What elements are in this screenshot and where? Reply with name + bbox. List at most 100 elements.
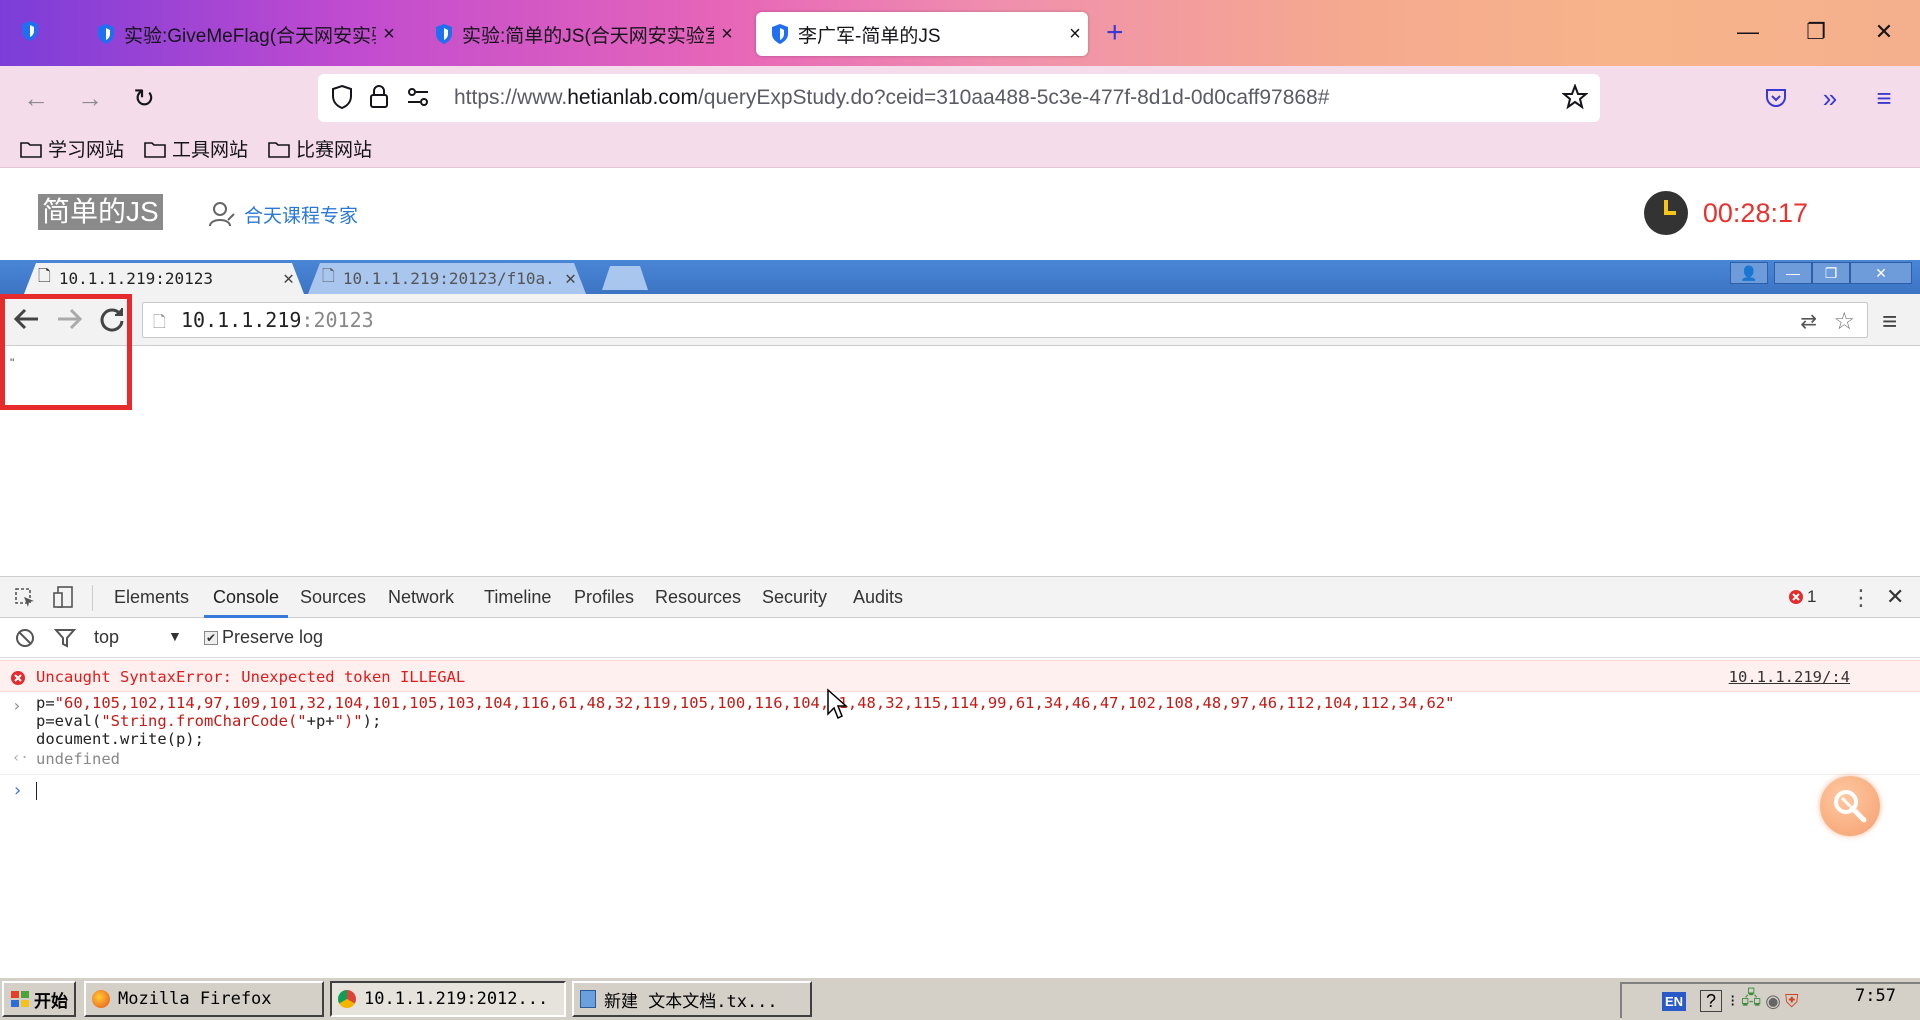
close-icon[interactable]: × [1062, 23, 1088, 46]
console-panel: Uncaught SyntaxError: Unexpected token I… [0, 658, 1920, 976]
taskbar-item-label: 新建 文本文档.tx... [604, 991, 778, 1012]
page-icon: 🗋 [38, 266, 51, 285]
translate-icon[interactable]: ⇄ [1800, 309, 1817, 334]
chrome-menu-icon[interactable]: ≡ [1882, 306, 1897, 337]
omnibox-text[interactable]: 10.1.1.219:20123 [181, 308, 374, 332]
back-icon[interactable]: ← [16, 78, 56, 118]
overflow-chevron-icon[interactable]: » [1810, 78, 1850, 118]
error-message: Uncaught SyntaxError: Unexpected token I… [36, 668, 466, 686]
close-icon[interactable]: × [376, 23, 402, 46]
chrome-restore-icon[interactable]: ❐ [1812, 262, 1850, 284]
bookmark-folder[interactable]: 比赛网站 [268, 135, 372, 162]
lab-expert-link[interactable]: 合天课程专家 [208, 200, 358, 228]
close-icon[interactable]: ✕ [565, 268, 576, 289]
preserve-log-label: Preserve log [222, 627, 324, 647]
forward-icon[interactable]: → [70, 78, 110, 118]
close-icon[interactable]: ✕ [283, 268, 294, 289]
new-tab-icon[interactable]: + [1106, 16, 1124, 50]
context-select[interactable]: top ▼ [94, 627, 194, 648]
tab-title: 李广军-简单的JS [798, 25, 941, 47]
bookmark-star-icon[interactable] [1561, 83, 1589, 115]
devtools-close-icon[interactable]: ✕ [1886, 584, 1904, 610]
error-icon [11, 671, 25, 685]
chrome-profile-icon[interactable]: 👤 [1730, 262, 1768, 284]
tab-timeline[interactable]: Timeline [484, 587, 551, 608]
console-command[interactable]: p="60,105,102,114,97,109,101,32,104,101,… [36, 694, 1454, 748]
taskbar-item-notepad[interactable]: 新建 文本文档.tx... [572, 981, 812, 1017]
error-source-link[interactable]: 10.1.1.219/:4 [1729, 668, 1850, 686]
command-line-1: p="60,105,102,114,97,109,101,32,104,101,… [36, 694, 1454, 712]
pocket-icon[interactable] [1756, 78, 1796, 118]
tab-simple-js[interactable]: 实验:简单的JS(合天网安实验室) × [420, 12, 740, 56]
url-text[interactable]: https://www.hetianlab.com/queryExpStudy.… [454, 86, 1329, 110]
taskbar-item-chrome[interactable]: 10.1.1.219:2012... [330, 981, 566, 1017]
tab-elements[interactable]: Elements [114, 587, 189, 608]
tab-network[interactable]: Network [388, 587, 454, 608]
command-line-2: p=eval("String.fromCharCode("+p+")"); [36, 712, 1454, 730]
chrome-tab-inactive[interactable]: 🗋 10.1.1.219:20123/f10a. ✕ [308, 263, 586, 294]
floating-tools-button[interactable] [1820, 776, 1880, 836]
taskbar-item-label: 10.1.1.219:2012... [364, 989, 549, 1009]
folder-icon [20, 141, 42, 158]
chrome-new-tab-button[interactable] [602, 266, 648, 290]
clock-icon [1643, 191, 1688, 235]
permissions-icon[interactable] [406, 86, 430, 113]
tab-resources[interactable]: Resources [655, 587, 741, 608]
chrome-tab-strip: 🗋 10.1.1.219:20123 ✕ 🗋 10.1.1.219:20123/… [0, 260, 1920, 294]
code-text: +p+ [306, 712, 335, 730]
star-icon[interactable]: ☆ [1833, 307, 1855, 336]
tab-givemeflag[interactable]: 实验:GiveMeFlag(合天网安实验 × [82, 12, 402, 56]
start-button[interactable]: 开始 [2, 981, 76, 1017]
tab-active-simple-js[interactable]: 李广军-简单的JS × [756, 12, 1088, 56]
console-result: undefined [36, 750, 120, 768]
chrome-omnibox[interactable]: 🗋 10.1.1.219:20123 ⇄ ☆ [142, 302, 1868, 338]
menu-icon[interactable]: ≡ [1864, 78, 1904, 118]
device-icon[interactable] [52, 585, 74, 614]
chrome-tab-active[interactable]: 🗋 10.1.1.219:20123 ✕ [24, 263, 304, 294]
checkbox-checked-icon[interactable]: ✔ [204, 630, 218, 645]
clear-console-icon[interactable] [14, 627, 36, 654]
chrome-tab-title: 10.1.1.219:20123 [58, 269, 213, 288]
code-string: ")" [334, 712, 363, 730]
tab-profiles[interactable]: Profiles [574, 587, 634, 608]
taskbar-item-firefox[interactable]: Mozilla Firefox [84, 981, 324, 1017]
chrome-minimize-icon[interactable]: — [1774, 262, 1812, 284]
volume-icon[interactable]: ◉ [1765, 991, 1781, 1012]
windows-taskbar: 开始 Mozilla Firefox 10.1.1.219:2012... 新建… [0, 976, 1920, 1020]
notepad-icon [580, 990, 596, 1008]
lock-icon[interactable] [368, 84, 390, 115]
security-shield-icon[interactable]: ⛨ [1785, 991, 1799, 1012]
tracking-shield-icon[interactable] [330, 84, 354, 115]
url-bar[interactable]: https://www.hetianlab.com/queryExpStudy.… [318, 74, 1600, 122]
minimize-icon[interactable]: — [1728, 14, 1768, 50]
devtools-menu-icon[interactable]: ⋮ [1850, 585, 1872, 611]
help-icon[interactable]: ? [1700, 990, 1723, 1012]
bookmark-folder[interactable]: 学习网站 [20, 135, 124, 162]
error-counter[interactable]: 1 [1788, 587, 1816, 607]
chrome-close-icon[interactable]: ✕ [1850, 262, 1912, 284]
firefox-icon [92, 990, 110, 1008]
console-error-row: Uncaught SyntaxError: Unexpected token I… [0, 660, 1920, 692]
network-icon[interactable]: 🖧 [1741, 986, 1761, 1016]
shield-icon [434, 23, 454, 45]
tab-audits[interactable]: Audits [853, 587, 903, 608]
tab-console[interactable]: Console [213, 587, 279, 608]
input-language[interactable]: EN [1662, 991, 1687, 1011]
close-icon[interactable]: × [714, 23, 740, 46]
lab-timer: 00:28:17 [1643, 190, 1808, 236]
code-text: p= [36, 694, 55, 712]
close-window-icon[interactable]: ✕ [1864, 14, 1904, 50]
shield-icon[interactable] [20, 20, 40, 47]
reload-icon[interactable]: ↻ [124, 78, 164, 118]
tab-sources[interactable]: Sources [300, 587, 366, 608]
bookmark-label: 工具网站 [172, 140, 249, 161]
console-input-caret[interactable] [36, 782, 37, 800]
tab-title: 实验:GiveMeFlag(合天网安实验 [124, 25, 376, 47]
windows-logo-icon [11, 991, 29, 1007]
filter-icon[interactable] [53, 627, 77, 654]
preserve-log-checkbox[interactable]: ✔ Preserve log [204, 627, 323, 648]
bookmark-folder[interactable]: 工具网站 [144, 135, 248, 162]
inspect-icon[interactable] [14, 587, 36, 614]
restore-icon[interactable]: ❐ [1796, 14, 1836, 50]
tab-security[interactable]: Security [762, 587, 827, 608]
